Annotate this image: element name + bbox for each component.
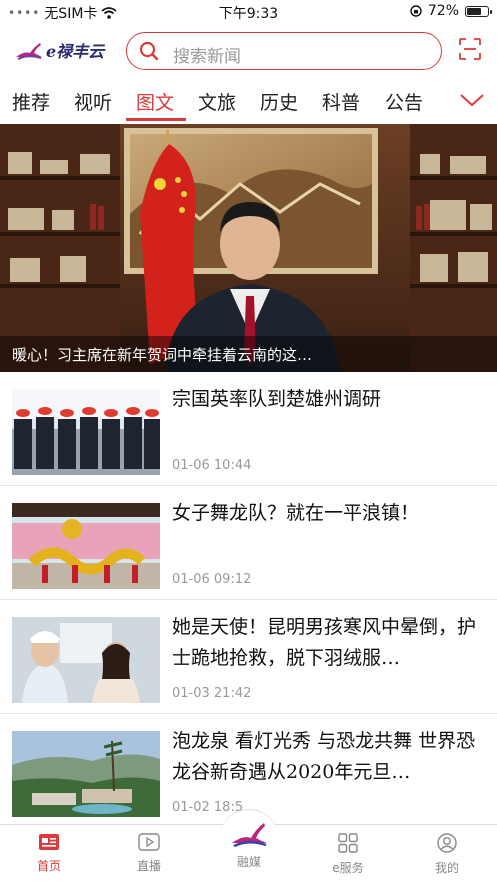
news-time: 01-03 21:42 bbox=[172, 686, 252, 701]
battery-icon bbox=[465, 5, 492, 17]
banner-caption: 暖心！习主席在新年贺词中牵挂着云南的这… bbox=[0, 336, 497, 372]
news-title: 宗国英率队到楚雄州调研 bbox=[172, 388, 382, 410]
nav-home[interactable]: 首页 bbox=[19, 833, 79, 874]
category-tabs: 推荐 视听 图文 文旅 历史 科普 公告 bbox=[0, 84, 497, 124]
nav-live[interactable]: 直播 bbox=[119, 833, 179, 874]
nav-mine-label: 我的 bbox=[434, 861, 459, 875]
news-item[interactable]: 她是天使！昆明男孩寒风中晕倒，护士跪地抢救，脱下羽绒服… 01-03 21:42 bbox=[0, 600, 497, 714]
news-title: 女子舞龙队？就在一平浪镇！ bbox=[172, 502, 420, 524]
user-icon bbox=[437, 833, 457, 853]
grid-icon bbox=[338, 833, 358, 853]
news-item[interactable]: 宗国英率队到楚雄州调研 01-06 10:44 bbox=[0, 372, 497, 486]
tab-graphic[interactable]: 图文 bbox=[136, 88, 174, 115]
tab-history[interactable]: 历史 bbox=[260, 88, 298, 115]
news-icon bbox=[39, 834, 59, 850]
news-thumbnail bbox=[12, 617, 160, 703]
search-icon bbox=[139, 41, 159, 61]
bottom-nav: 首页 直播 融媒 e服务 我的 bbox=[0, 809, 497, 883]
play-icon bbox=[138, 833, 160, 851]
scan-icon[interactable] bbox=[459, 38, 481, 60]
tab-science[interactable]: 科普 bbox=[322, 88, 360, 115]
news-time: 01-06 09:12 bbox=[172, 572, 252, 587]
nav-eservice-label: e服务 bbox=[332, 861, 364, 875]
news-item[interactable]: 女子舞龙队？就在一平浪镇！ 01-06 09:12 bbox=[0, 486, 497, 600]
dino-logo-icon bbox=[232, 823, 267, 848]
active-tab-indicator bbox=[126, 118, 186, 121]
news-thumbnail bbox=[12, 731, 160, 817]
nav-media-label: 融媒 bbox=[236, 855, 261, 869]
battery-percent: 72% bbox=[427, 3, 459, 19]
tab-announcement[interactable]: 公告 bbox=[385, 88, 423, 115]
dino-logo-icon bbox=[16, 43, 42, 60]
search-input[interactable]: 搜索新闻 bbox=[126, 32, 442, 70]
news-title: 泡龙泉 看灯光秀 与恐龙共舞 世界恐龙谷新奇遇从2020年元旦… bbox=[172, 730, 476, 783]
chevron-down-icon[interactable] bbox=[459, 92, 485, 108]
news-title: 她是天使！昆明男孩寒风中晕倒，护士跪地抢救，脱下羽绒服… bbox=[172, 616, 477, 669]
status-bar: •••• 无SIM卡 下午9:33 72% bbox=[0, 0, 497, 24]
app-logo: e禄丰云 bbox=[14, 38, 104, 62]
nav-media[interactable]: 融媒 bbox=[219, 819, 279, 870]
tab-audio-video[interactable]: 视听 bbox=[74, 88, 112, 115]
banner-image bbox=[0, 124, 497, 372]
app-header: e禄丰云 搜索新闻 bbox=[0, 26, 497, 76]
orientation-lock-icon bbox=[410, 5, 422, 17]
search-placeholder: 搜索新闻 bbox=[173, 47, 241, 67]
nav-home-label: 首页 bbox=[36, 859, 61, 873]
brand-name: e禄丰云 bbox=[46, 42, 105, 61]
news-time: 01-06 10:44 bbox=[172, 458, 252, 473]
featured-banner[interactable]: 暖心！习主席在新年贺词中牵挂着云南的这… bbox=[0, 124, 497, 372]
news-thumbnail bbox=[12, 503, 160, 589]
nav-eservice[interactable]: e服务 bbox=[318, 833, 378, 876]
nav-mine[interactable]: 我的 bbox=[417, 833, 477, 876]
news-thumbnail bbox=[12, 389, 160, 475]
battery-fill bbox=[467, 7, 481, 15]
nav-live-label: 直播 bbox=[136, 859, 161, 873]
tab-culture-travel[interactable]: 文旅 bbox=[198, 88, 236, 115]
tab-recommend[interactable]: 推荐 bbox=[12, 88, 50, 115]
